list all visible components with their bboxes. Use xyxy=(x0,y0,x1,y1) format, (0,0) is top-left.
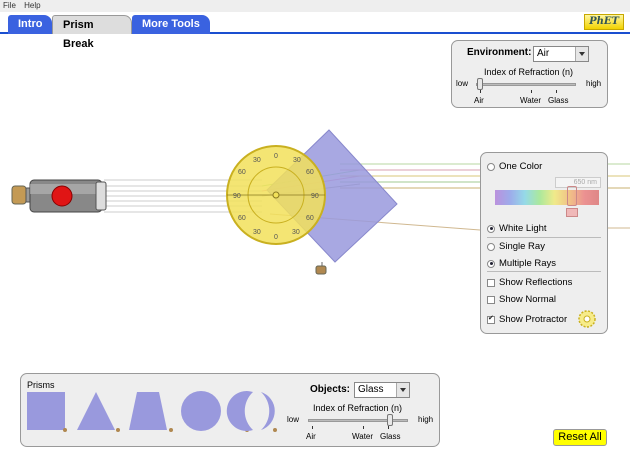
protractor-label: 60 xyxy=(238,169,246,176)
objects-select-value: Glass xyxy=(358,384,384,395)
divider xyxy=(487,237,601,238)
objects-label: Objects: xyxy=(310,384,351,395)
protractor-label: 30 xyxy=(253,229,261,236)
environment-mark-glass: Glass xyxy=(548,96,569,105)
multiple-rays-label: Multiple Rays xyxy=(499,258,557,269)
protractor[interactable]: 0 30 60 90 60 30 0 30 60 90 60 30 xyxy=(226,145,326,245)
show-normal-option[interactable]: Show Normal xyxy=(487,294,556,305)
phet-logo[interactable]: PhET xyxy=(584,14,624,30)
environment-select-value: Air xyxy=(537,48,550,59)
slider-tick xyxy=(312,426,313,429)
one-color-option[interactable]: One Color xyxy=(487,161,542,172)
single-ray-radio[interactable] xyxy=(487,242,495,251)
protractor-label: 60 xyxy=(306,215,314,222)
objects-select[interactable]: Glass xyxy=(354,382,410,398)
laser-pointer[interactable] xyxy=(11,179,107,213)
multiple-rays-option[interactable]: Multiple Rays xyxy=(487,258,556,269)
show-normal-label: Show Normal xyxy=(499,294,557,305)
divider xyxy=(487,271,601,272)
objects-low-label: low xyxy=(287,415,300,424)
protractor-label: 0 xyxy=(274,234,278,241)
single-ray-option[interactable]: Single Ray xyxy=(487,241,545,252)
chevron-down-icon xyxy=(575,47,588,61)
protractor-label: 30 xyxy=(293,157,301,164)
menu-file[interactable]: File xyxy=(3,1,16,10)
wavelength-readout: 650 nm xyxy=(555,177,601,188)
environment-low-label: low xyxy=(456,79,469,88)
environment-index-label: Index of Refraction (n) xyxy=(484,67,574,77)
environment-mark-air: Air xyxy=(474,96,484,105)
chevron-down-icon xyxy=(396,383,409,397)
slider-tick xyxy=(556,90,557,93)
show-protractor-label: Show Protractor xyxy=(499,314,568,325)
environment-index-slider[interactable] xyxy=(476,83,576,86)
reset-all-button[interactable]: Reset All xyxy=(553,429,607,446)
environment-mark-water: Water xyxy=(520,96,542,105)
one-color-label: One Color xyxy=(499,161,543,172)
one-color-radio[interactable] xyxy=(487,162,495,171)
menu-bar: File Help xyxy=(0,0,630,12)
objects-index-label: Index of Refraction (n) xyxy=(313,403,403,413)
objects-slider-knob[interactable] xyxy=(387,414,393,426)
protractor-label: 60 xyxy=(238,215,246,222)
white-light-option[interactable]: White Light xyxy=(487,223,547,234)
light-controls-panel: One Color 650 nm White Light Single Ray … xyxy=(480,152,608,334)
wavelength-knob[interactable] xyxy=(566,208,578,217)
show-protractor-option[interactable]: Show Protractor xyxy=(487,314,567,325)
prism-shapes xyxy=(27,391,277,432)
protractor-icon[interactable] xyxy=(577,309,597,329)
tab-prism-break[interactable]: Prism Break xyxy=(52,15,132,50)
objects-mark-glass: Glass xyxy=(380,432,401,441)
show-reflections-checkbox[interactable] xyxy=(487,278,495,287)
environment-slider-knob[interactable] xyxy=(477,78,483,90)
menu-help[interactable]: Help xyxy=(24,1,40,10)
prisms-title: Prisms xyxy=(27,380,55,390)
wavelength-selector[interactable] xyxy=(567,186,577,206)
laser-button[interactable] xyxy=(51,185,73,207)
slider-tick xyxy=(531,90,532,93)
prisms-toolbox: Prisms Objects: Glass Index of Refractio… xyxy=(20,373,440,447)
wavelength-unit: nm xyxy=(587,179,597,186)
single-ray-label: Single Ray xyxy=(499,241,545,252)
slider-tick xyxy=(480,90,481,93)
show-protractor-checkbox[interactable] xyxy=(487,314,495,324)
show-reflections-option[interactable]: Show Reflections xyxy=(487,277,572,288)
protractor-label: 30 xyxy=(292,229,300,236)
protractor-label: 90 xyxy=(311,193,319,200)
white-light-radio[interactable] xyxy=(487,224,495,233)
show-reflections-label: Show Reflections xyxy=(499,277,573,288)
protractor-label: 30 xyxy=(253,157,261,164)
protractor-label: 0 xyxy=(274,153,278,160)
environment-panel: Environment: Air Index of Refraction (n)… xyxy=(451,40,608,108)
prism-square-tool[interactable] xyxy=(27,392,67,432)
prism-triangle-tool[interactable] xyxy=(77,392,120,432)
tab-bar: Intro Prism Break More Tools xyxy=(0,12,630,50)
white-light-label: White Light xyxy=(499,223,547,234)
environment-high-label: high xyxy=(586,79,602,88)
protractor-label: 90 xyxy=(233,193,241,200)
objects-mark-water: Water xyxy=(352,432,374,441)
wavelength-spectrum-slider[interactable] xyxy=(495,190,599,205)
prism-lens-tool[interactable] xyxy=(226,391,277,432)
tab-more-tools[interactable]: More Tools xyxy=(132,15,210,34)
slider-tick xyxy=(388,426,389,429)
slider-tick xyxy=(363,426,364,429)
objects-mark-air: Air xyxy=(306,432,316,441)
environment-select[interactable]: Air xyxy=(533,46,589,62)
environment-label: Environment: xyxy=(467,47,532,58)
objects-index-slider[interactable] xyxy=(308,419,408,422)
show-normal-checkbox[interactable] xyxy=(487,295,495,304)
tab-intro[interactable]: Intro xyxy=(8,15,52,34)
protractor-label: 60 xyxy=(306,169,314,176)
objects-high-label: high xyxy=(418,415,434,424)
prism-trapezoid-tool[interactable] xyxy=(129,392,173,432)
wavelength-value: 650 xyxy=(573,179,586,186)
multiple-rays-radio[interactable] xyxy=(487,259,495,268)
